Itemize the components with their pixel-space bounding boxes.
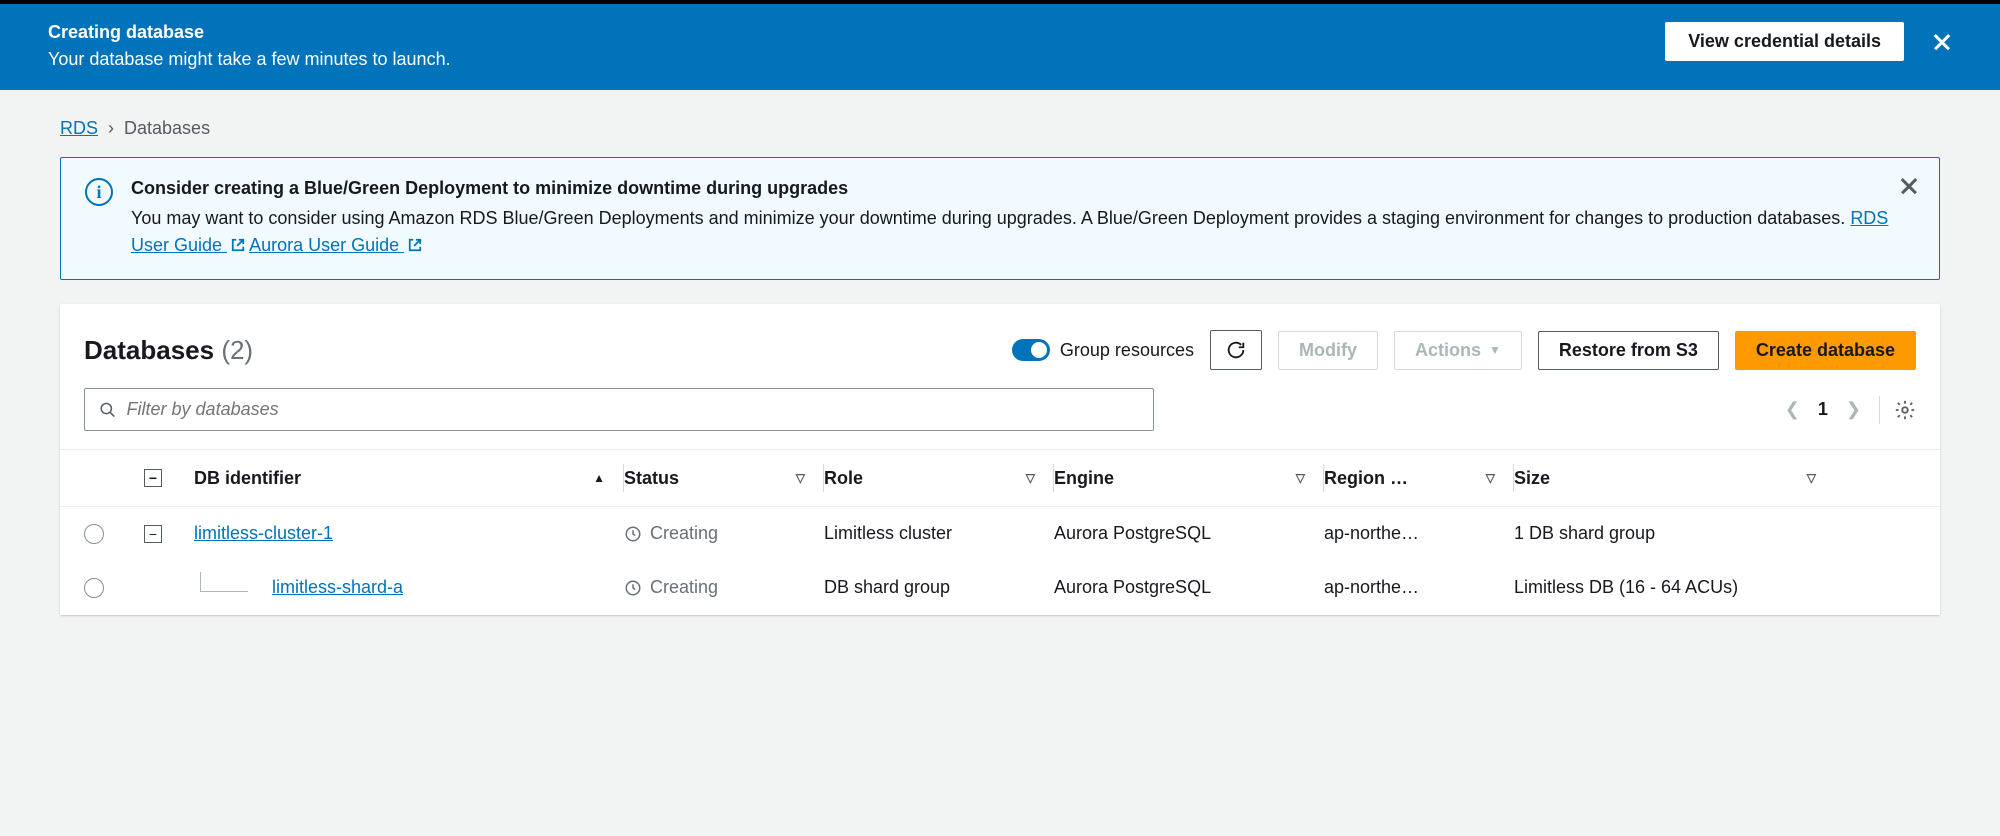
tree-indent xyxy=(200,572,248,592)
info-icon: i xyxy=(85,178,113,206)
column-region[interactable]: Region … ▽ xyxy=(1324,464,1514,492)
close-icon[interactable] xyxy=(1932,32,1952,52)
table-row: − limitless-cluster-1 Creating Limitless… xyxy=(60,507,1940,561)
databases-title-text: Databases xyxy=(84,335,214,365)
prev-page-button[interactable]: ❮ xyxy=(1781,395,1804,424)
breadcrumb-root-link[interactable]: RDS xyxy=(60,118,98,139)
breadcrumb: RDS › Databases xyxy=(0,90,2000,157)
column-role-label: Role xyxy=(824,468,863,489)
column-size[interactable]: Size ▽ xyxy=(1514,464,1834,492)
region-text: ap-northe… xyxy=(1324,523,1419,543)
banner-title-prefix: Creating database xyxy=(48,22,209,42)
db-identifier-link[interactable]: limitless-shard-a xyxy=(272,577,403,598)
banner-title: Creating database limitless-cluster-1 xyxy=(48,22,451,43)
sort-icon: ▽ xyxy=(1807,471,1816,485)
size-text: 1 DB shard group xyxy=(1514,523,1655,543)
status-badge: Creating xyxy=(624,523,824,544)
role-text: DB shard group xyxy=(824,577,950,597)
page-title: Databases (2) xyxy=(84,335,253,366)
column-status-label: Status xyxy=(624,468,679,489)
chevron-right-icon: › xyxy=(108,118,114,139)
group-resources-toggle[interactable] xyxy=(1012,339,1050,361)
column-db-identifier[interactable]: DB identifier ▲ xyxy=(194,464,624,492)
sort-asc-icon: ▲ xyxy=(593,471,605,485)
external-link-icon xyxy=(231,238,245,252)
engine-text: Aurora PostgreSQL xyxy=(1054,523,1211,543)
chevron-down-icon: ▼ xyxy=(1489,343,1501,357)
filter-databases-search[interactable] xyxy=(84,388,1154,431)
banner-subtitle: Your database might take a few minutes t… xyxy=(48,49,451,70)
size-text: Limitless DB (16 - 64 ACUs) xyxy=(1514,577,1738,597)
sort-icon: ▽ xyxy=(796,471,805,485)
actions-dropdown[interactable]: Actions ▼ xyxy=(1394,331,1522,370)
column-status[interactable]: Status ▽ xyxy=(624,464,824,492)
info-body: You may want to consider using Amazon RD… xyxy=(131,205,1915,259)
db-identifier-link[interactable]: limitless-cluster-1 xyxy=(194,523,333,544)
settings-button[interactable] xyxy=(1894,399,1916,421)
region-text: ap-northe… xyxy=(1324,577,1419,597)
next-page-button[interactable]: ❯ xyxy=(1842,395,1865,424)
clock-icon xyxy=(624,525,642,543)
databases-panel: Databases (2) Group resources Modify Act… xyxy=(60,304,1940,615)
current-page: 1 xyxy=(1818,399,1828,420)
info-heading: Consider creating a Blue/Green Deploymen… xyxy=(131,178,1915,199)
column-size-label: Size xyxy=(1514,468,1550,489)
blue-green-info-box: i Consider creating a Blue/Green Deploym… xyxy=(60,157,1940,280)
clock-icon xyxy=(624,579,642,597)
row-select-radio[interactable] xyxy=(84,578,104,598)
column-region-label: Region … xyxy=(1324,468,1408,489)
column-engine[interactable]: Engine ▽ xyxy=(1054,464,1324,492)
sort-icon: ▽ xyxy=(1026,471,1035,485)
pagination: ❮ 1 ❯ xyxy=(1781,395,1916,424)
sort-icon: ▽ xyxy=(1486,471,1495,485)
role-text: Limitless cluster xyxy=(824,523,952,543)
actions-label: Actions xyxy=(1415,340,1481,361)
status-text: Creating xyxy=(650,577,718,598)
status-text: Creating xyxy=(650,523,718,544)
aurora-user-guide-link[interactable]: Aurora User Guide xyxy=(249,235,422,255)
collapse-all-button[interactable]: − xyxy=(144,469,162,487)
aurora-user-guide-text: Aurora User Guide xyxy=(249,235,404,255)
info-body-text: You may want to consider using Amazon RD… xyxy=(131,208,1850,228)
restore-from-s3-button[interactable]: Restore from S3 xyxy=(1538,331,1719,370)
divider xyxy=(1879,396,1880,424)
table-header: − DB identifier ▲ Status ▽ Role ▽ xyxy=(60,449,1940,507)
breadcrumb-current: Databases xyxy=(124,118,210,139)
group-resources-label: Group resources xyxy=(1060,340,1194,361)
table-row: limitless-shard-a Creating DB shard grou… xyxy=(60,561,1940,615)
creating-database-banner: Creating database limitless-cluster-1 Yo… xyxy=(0,0,2000,90)
column-role[interactable]: Role ▽ xyxy=(824,464,1054,492)
databases-table: − DB identifier ▲ Status ▽ Role ▽ xyxy=(60,449,1940,615)
column-engine-label: Engine xyxy=(1054,468,1114,489)
sort-icon: ▽ xyxy=(1296,471,1305,485)
search-icon xyxy=(99,401,117,419)
banner-db-link[interactable]: limitless-cluster-1 xyxy=(209,22,362,42)
refresh-button[interactable] xyxy=(1210,330,1262,370)
group-resources-toggle-wrap: Group resources xyxy=(1012,339,1194,361)
modify-button[interactable]: Modify xyxy=(1278,331,1378,370)
collapse-row-button[interactable]: − xyxy=(144,525,162,543)
column-db-identifier-label: DB identifier xyxy=(194,468,301,489)
refresh-icon xyxy=(1225,339,1247,361)
engine-text: Aurora PostgreSQL xyxy=(1054,577,1211,597)
gear-icon xyxy=(1894,399,1916,421)
status-badge: Creating xyxy=(624,577,824,598)
view-credential-details-button[interactable]: View credential details xyxy=(1665,22,1904,61)
create-database-button[interactable]: Create database xyxy=(1735,331,1916,370)
search-input[interactable] xyxy=(127,399,1139,420)
databases-count: (2) xyxy=(221,335,253,365)
external-link-icon xyxy=(408,238,422,252)
row-select-radio[interactable] xyxy=(84,524,104,544)
close-icon[interactable] xyxy=(1899,176,1919,196)
